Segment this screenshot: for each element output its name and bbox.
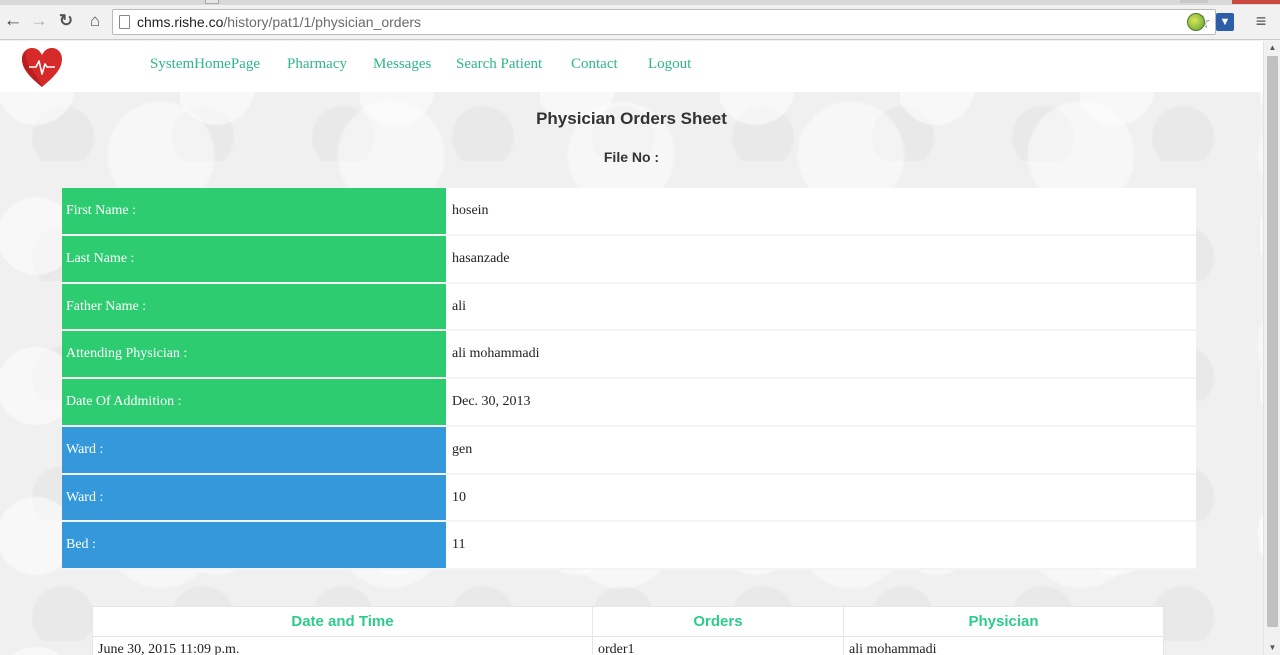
heart-logo-icon[interactable]: [20, 47, 64, 89]
info-value: ali mohammadi: [446, 331, 1196, 377]
info-value: 11: [446, 522, 1196, 568]
reload-icon[interactable]: ↻: [55, 9, 77, 33]
scroll-up-arrow-icon[interactable]: ▲: [1264, 41, 1280, 55]
forward-arrow-icon[interactable]: →: [28, 9, 50, 33]
info-label: Last Name :: [62, 235, 446, 282]
info-label: Bed :: [62, 522, 446, 568]
header-date-time: Date and Time: [92, 606, 593, 637]
scroll-down-arrow-icon[interactable]: ▼: [1264, 641, 1280, 655]
info-row: Date Of Addmition : Dec. 30, 2013: [62, 379, 1196, 427]
info-row: Father Name : ali: [62, 283, 1196, 332]
info-value: ali: [446, 283, 1196, 330]
table-row: June 30, 2015 11:09 p.m. order1 ali moha…: [92, 636, 1164, 655]
nav-link-pharmacy[interactable]: Pharmacy: [287, 56, 347, 73]
info-value: gen: [446, 426, 1196, 473]
page-content: SystemHomePage Pharmacy Messages Search …: [0, 41, 1263, 655]
nav-link-contact[interactable]: Contact: [571, 56, 618, 73]
order-text-cell: order1: [592, 636, 844, 655]
nav-link-logout[interactable]: Logout: [648, 56, 691, 73]
info-row: Attending Physician : ali mohammadi: [62, 331, 1196, 379]
info-row: Bed :11: [62, 522, 1196, 570]
nav-link-systemhomepage[interactable]: SystemHomePage: [150, 56, 260, 73]
info-value: Dec. 30, 2013: [446, 379, 1196, 425]
info-value: hosein: [446, 188, 1196, 234]
nav-link-messages[interactable]: Messages: [373, 56, 431, 73]
patient-info-table: First Name : hosein Last Name : hasanzade Fa…: [62, 188, 1196, 570]
info-row: Ward :10: [62, 474, 1196, 523]
vertical-scrollbar[interactable]: ▲ ▼: [1263, 41, 1280, 655]
back-arrow-icon[interactable]: ←: [2, 9, 24, 33]
info-label: Ward :: [62, 474, 446, 521]
url-host: chms.rishe.co: [137, 14, 224, 30]
address-bar[interactable]: chms.rishe.co/history/pat1/1/physician_o…: [112, 9, 1216, 35]
info-row: Last Name : hasanzade: [62, 235, 1196, 284]
url-text[interactable]: chms.rishe.co/history/pat1/1/physician_o…: [137, 14, 421, 30]
browser-toolbar: ← → ↻ ⌂ chms.rishe.co/history/pat1/1/phy…: [0, 5, 1280, 40]
scroll-thumb[interactable]: [1267, 56, 1278, 627]
info-label: Attending Physician :: [62, 331, 446, 377]
header-orders: Orders: [592, 606, 844, 637]
info-label: First Name :: [62, 188, 446, 234]
orders-table: Date and Time Orders Physician June 30, …: [92, 606, 1164, 655]
globe-extension-icon[interactable]: [1187, 13, 1205, 31]
info-value: 10: [446, 474, 1196, 521]
info-row: Ward : gen: [62, 426, 1196, 475]
order-date-cell: June 30, 2015 11:09 p.m.: [92, 636, 593, 655]
url-path: /history/pat1/1/physician_orders: [223, 14, 422, 30]
file-number: File No :: [603, 149, 660, 165]
window-close-button[interactable]: [1232, 0, 1280, 4]
nav-link-search-patient[interactable]: Search Patient: [456, 56, 542, 73]
info-label: Ward :: [62, 426, 446, 473]
new-tab-button[interactable]: [205, 0, 219, 4]
order-physician-cell: ali mohammadi: [843, 636, 1164, 655]
page-title: Physician Orders Sheet: [536, 109, 727, 128]
home-icon[interactable]: ⌂: [84, 9, 106, 33]
orders-header-row: Date and Time Orders Physician: [92, 606, 1164, 637]
page-icon: [119, 15, 130, 29]
info-row: First Name : hosein: [62, 188, 1196, 236]
header-physician: Physician: [843, 606, 1164, 637]
info-value: hasanzade: [446, 235, 1196, 282]
info-label: Date Of Addmition :: [62, 379, 446, 425]
hamburger-menu-icon[interactable]: ≡: [1251, 11, 1271, 31]
window-minimize-button[interactable]: [1180, 0, 1208, 3]
info-label: Father Name :: [62, 283, 446, 330]
site-navbar: SystemHomePage Pharmacy Messages Search …: [0, 41, 1263, 92]
download-extension-icon[interactable]: ▼: [1216, 13, 1234, 31]
